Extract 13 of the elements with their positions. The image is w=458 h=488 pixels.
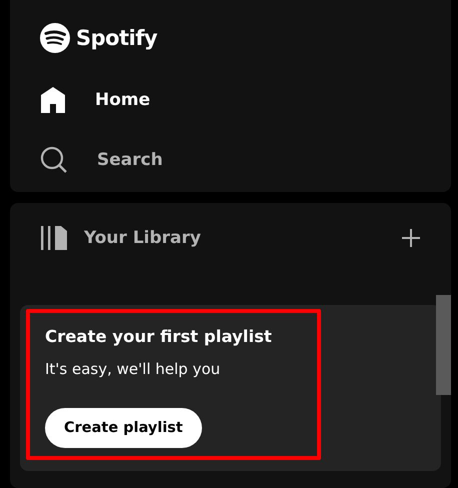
logo-text: Spotify: [76, 26, 158, 50]
card-title: Create your first playlist: [45, 327, 272, 346]
card-text: It's easy, we'll help you: [45, 360, 220, 378]
nav-link[interactable]: Search: [40, 146, 163, 174]
create-playlist-button[interactable]: Create playlist: [45, 408, 202, 448]
add-icon[interactable]: [401, 228, 421, 248]
library-title[interactable]: Your Library: [84, 228, 201, 248]
home-icon: [40, 86, 66, 114]
scrollbar-thumb[interactable]: [436, 295, 451, 395]
spotify-logo-icon: [40, 23, 70, 53]
nav-link[interactable]: Home: [40, 86, 150, 114]
library-icon[interactable]: [40, 225, 68, 251]
search-icon: [40, 146, 68, 174]
